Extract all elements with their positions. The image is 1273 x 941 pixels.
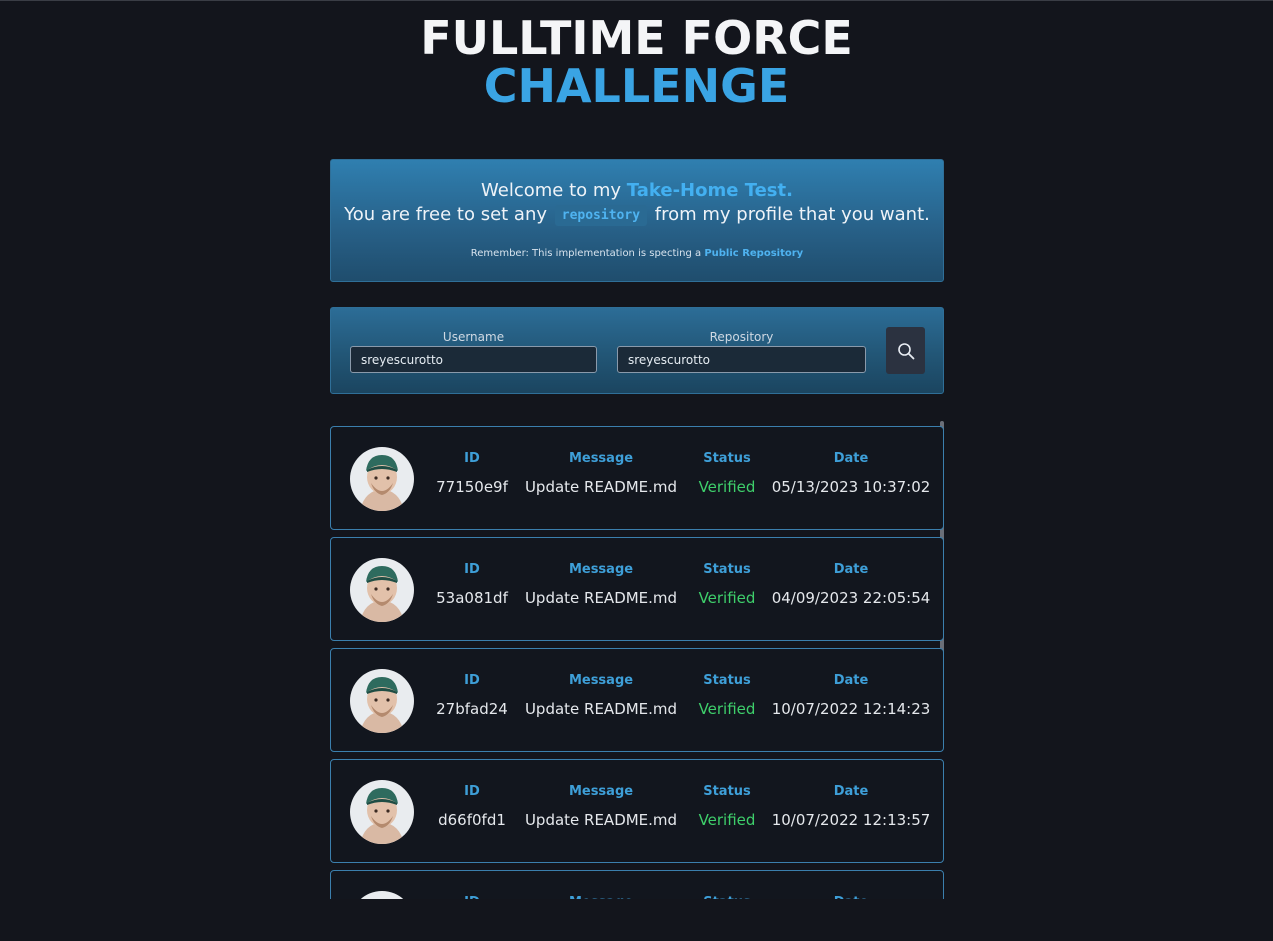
public-repository-link[interactable]: Public Repository xyxy=(704,248,803,259)
message-header: Message xyxy=(568,562,634,577)
commit-message: Update README.md xyxy=(524,589,678,607)
commit-status: Verified xyxy=(698,478,756,496)
message-header: Message xyxy=(521,895,681,899)
id-header: ID xyxy=(464,451,480,466)
commit-id: 77150e9f xyxy=(436,478,508,496)
id-header: ID xyxy=(464,784,480,799)
welcome-prefix: Welcome to my xyxy=(481,180,627,201)
status-header: Status xyxy=(703,673,751,688)
welcome-line2-suffix: from my profile that you want. xyxy=(654,204,930,225)
welcome-line-2: You are free to set any repository from … xyxy=(331,204,943,226)
title-line-1: FULLTIME FORCE xyxy=(420,11,853,65)
search-panel: Username Repository xyxy=(330,307,944,394)
message-header: Message xyxy=(568,784,634,799)
commit-date: 04/09/2023 22:05:54 xyxy=(771,589,931,607)
commit-date: 10/07/2022 12:13:57 xyxy=(771,811,931,829)
commit-message: Update README.md xyxy=(524,700,678,718)
message-header: Message xyxy=(568,673,634,688)
commit-row[interactable]: ID d66f0fd1 Message Update README.md Sta… xyxy=(330,759,944,863)
id-header: ID xyxy=(464,673,480,688)
title-line-2: CHALLENGE xyxy=(483,59,790,113)
username-field: Username xyxy=(350,330,597,373)
avatar xyxy=(350,891,414,899)
commit-status: Verified xyxy=(698,700,756,718)
username-label: Username xyxy=(442,330,505,344)
welcome-note: Remember: This implementation is spectin… xyxy=(331,248,943,259)
avatar xyxy=(350,447,414,511)
welcome-line2-prefix: You are free to set any xyxy=(344,204,548,225)
status-header: Status xyxy=(703,562,751,577)
message-header: Message xyxy=(568,451,634,466)
status-header: Status xyxy=(703,451,751,466)
username-input[interactable] xyxy=(350,346,597,373)
avatar-image xyxy=(350,447,414,511)
top-border xyxy=(0,0,1273,1)
repository-field: Repository xyxy=(617,330,866,373)
search-button[interactable] xyxy=(886,327,925,374)
note-text: Remember: This implementation is spectin… xyxy=(470,248,705,259)
commit-id: 53a081df xyxy=(436,589,508,607)
date-header: Date xyxy=(833,562,869,577)
date-header: Date xyxy=(833,673,869,688)
commit-message: Update README.md xyxy=(524,811,678,829)
commit-status: Verified xyxy=(698,811,756,829)
commit-status: Verified xyxy=(698,589,756,607)
repository-code: repository xyxy=(554,204,648,226)
status-header: Status xyxy=(689,895,765,899)
repository-input[interactable] xyxy=(617,346,866,373)
page-title: FULLTIME FORCE CHALLENGE xyxy=(0,14,1273,110)
avatar xyxy=(350,669,414,733)
date-header: Date xyxy=(771,895,931,899)
avatar-image xyxy=(350,558,414,622)
commit-message: Update README.md xyxy=(524,478,678,496)
avatar xyxy=(350,780,414,844)
date-header: Date xyxy=(833,451,869,466)
id-header: ID xyxy=(427,895,517,899)
repository-label: Repository xyxy=(709,330,774,344)
commit-row[interactable]: ID 53a081df Message Update README.md Sta… xyxy=(330,537,944,641)
status-header: Status xyxy=(703,784,751,799)
id-header: ID xyxy=(464,562,480,577)
commit-date: 10/07/2022 12:14:23 xyxy=(771,700,931,718)
avatar-image xyxy=(350,891,414,899)
commit-date: 05/13/2023 10:37:02 xyxy=(771,478,931,496)
avatar-image xyxy=(350,780,414,844)
welcome-card: Welcome to my Take-Home Test. You are fr… xyxy=(330,159,944,282)
avatar xyxy=(350,558,414,622)
commit-row[interactable]: ID Message Status Date xyxy=(330,870,944,899)
search-icon xyxy=(897,342,914,359)
commit-row[interactable]: ID 27bfad24 Message Update README.md Sta… xyxy=(330,648,944,752)
avatar-image xyxy=(350,669,414,733)
welcome-line-1: Welcome to my Take-Home Test. xyxy=(331,180,943,201)
commit-row[interactable]: ID 77150e9f Message Update README.md Sta… xyxy=(330,426,944,530)
date-header: Date xyxy=(833,784,869,799)
commit-id: 27bfad24 xyxy=(436,700,508,718)
welcome-accent: Take-Home Test. xyxy=(626,180,793,201)
commit-id: d66f0fd1 xyxy=(438,811,506,829)
commit-list: ID 77150e9f Message Update README.md Sta… xyxy=(330,426,946,899)
